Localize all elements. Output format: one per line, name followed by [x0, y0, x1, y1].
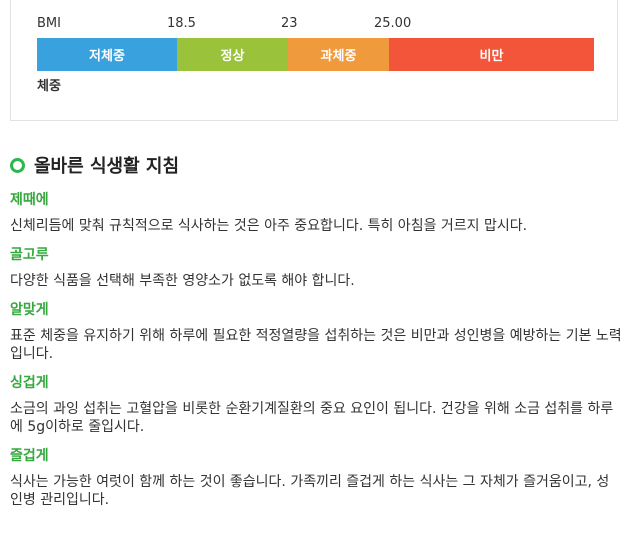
bmi-segment-obese: 비만 — [389, 38, 594, 71]
guideline-title: 알맞게 — [10, 302, 49, 318]
bmi-threshold-normal: 23 — [281, 16, 298, 31]
guideline-item: 싱겁게 소금의 과잉 섭취는 고혈압을 비롯한 순환기계질환의 중요 요인이 됩… — [10, 373, 622, 436]
section-title: 올바른 식생활 지침 — [34, 156, 180, 177]
guideline-item: 즐겁게 식사는 가능한 여럿이 함께 하는 것이 좋습니다. 가족끼리 즐겁게 … — [10, 446, 622, 509]
weight-row-label: 체중 — [37, 79, 61, 94]
guideline-text: 식사는 가능한 여럿이 함께 하는 것이 좋습니다. 가족끼리 즐겁게 하는 식… — [10, 474, 610, 508]
bmi-threshold-underweight: 18.5 — [167, 16, 196, 31]
guideline-text: 신체리듬에 맞춰 규칙적으로 식사하는 것은 아주 중요합니다. 특히 아침을 … — [10, 218, 528, 234]
guideline-item: 제때에 신체리듬에 맞춰 규칙적으로 식사하는 것은 아주 중요합니다. 특히 … — [10, 190, 622, 235]
bmi-segment-overweight: 과체중 — [288, 38, 389, 71]
guideline-text: 소금의 과잉 섭취는 고혈압을 비롯한 순환기계질환의 중요 요인이 됩니다. … — [10, 401, 614, 435]
guideline-item: 알맞게 표준 체중을 유지하기 위해 하루에 필요한 적정열량을 섭취하는 것은… — [10, 300, 622, 363]
guideline-title: 골고루 — [10, 247, 49, 263]
bmi-threshold-overweight: 25.00 — [374, 16, 412, 31]
bmi-axis-label: BMI — [37, 16, 61, 31]
guideline-title: 싱겁게 — [10, 375, 49, 391]
section-heading: 올바른 식생활 지침 — [10, 152, 179, 178]
guideline-item: 골고루 다양한 식품을 선택해 부족한 영양소가 없도록 해야 합니다. — [10, 245, 622, 290]
bmi-segment-normal: 정상 — [177, 38, 288, 71]
bmi-scale-bar: 저체중 정상 과체중 비만 — [37, 38, 594, 71]
guideline-text: 다양한 식품을 선택해 부족한 영양소가 없도록 해야 합니다. — [10, 273, 355, 289]
guideline-title: 제때에 — [10, 192, 49, 208]
bmi-chart-box: BMI 18.5 23 25.00 저체중 정상 과체중 비만 체중 — [10, 0, 618, 121]
circle-bullet-icon — [10, 157, 25, 173]
guideline-list: 제때에 신체리듬에 맞춰 규칙적으로 식사하는 것은 아주 중요합니다. 특히 … — [10, 190, 622, 519]
guideline-title: 즐겁게 — [10, 448, 49, 464]
bmi-segment-underweight: 저체중 — [37, 38, 177, 71]
guideline-text: 표준 체중을 유지하기 위해 하루에 필요한 적정열량을 섭취하는 것은 비만과… — [10, 328, 622, 362]
